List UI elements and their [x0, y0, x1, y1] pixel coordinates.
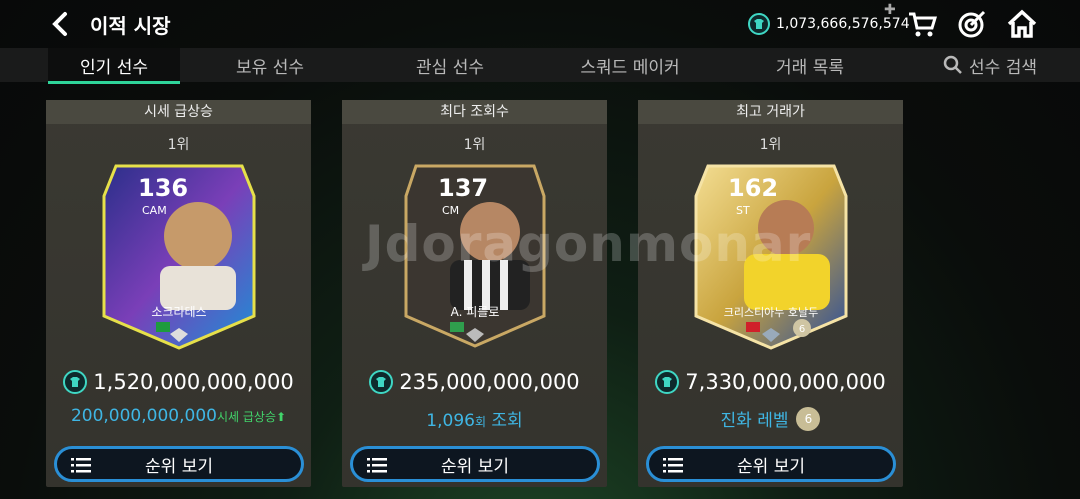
evolution-level-value: 6: [799, 324, 805, 335]
tab-label: 선수 검색: [969, 57, 1037, 78]
tab-watchlist[interactable]: 관심 선수: [384, 48, 516, 82]
tab-label: 인기 선수: [80, 57, 148, 78]
player-card[interactable]: 162 ST 크리스티아누 호날두 6: [690, 156, 852, 352]
evolution-level-label: 진화 레벨: [720, 411, 789, 431]
view-count-unit: 회: [474, 415, 487, 429]
player-price: 235,000,000,000: [399, 370, 580, 394]
player-ovr: 162: [728, 174, 778, 202]
home-icon[interactable]: [1006, 8, 1038, 40]
tab-bar: 인기 선수 보유 선수 관심 선수 스쿼드 메이커 거래 목록 선수 검색: [0, 48, 1080, 84]
list-icon: [367, 458, 387, 473]
view-ranking-button[interactable]: 순위 보기: [54, 446, 304, 482]
player-name: 소크라테스: [151, 305, 206, 319]
trending-panel: 시세 급상승 1위 136 CAM 소크라테스 1,520,000,000,00…: [46, 100, 311, 487]
player-ovr: 136: [138, 174, 188, 202]
bp-coin-icon: [63, 370, 88, 394]
button-label: 순위 보기: [441, 456, 509, 477]
rank-label: 1위: [759, 137, 782, 153]
player-position: ST: [736, 204, 750, 217]
add-coins-plus-icon[interactable]: ✚: [884, 2, 896, 18]
player-card[interactable]: 136 CAM 소크라테스: [98, 156, 260, 352]
evolution-badge-icon: 6: [796, 406, 821, 431]
tab-label: 관심 선수: [416, 57, 484, 78]
back-arrow-icon[interactable]: [48, 10, 72, 38]
highest-price-panel: 최고 거래가 1위 162 ST 크리스티아누 호날두 6 7,330,000,…: [638, 100, 903, 487]
price-row: 7,330,000,000,000: [638, 370, 903, 394]
view-ranking-button[interactable]: 순위 보기: [350, 446, 600, 482]
player-position: CAM: [142, 204, 167, 217]
italy-flag-icon: [450, 322, 464, 332]
panel-heading: 최다 조회수: [342, 100, 607, 124]
most-viewed-panel: 최다 조회수 1위 137 CM A. 피를로 235,000,000,000 …: [342, 100, 607, 487]
view-count-label: 조회: [486, 411, 523, 431]
panel-heading: 최고 거래가: [638, 100, 903, 124]
tab-label: 보유 선수: [236, 57, 304, 78]
player-ovr: 137: [438, 174, 488, 202]
tab-player-search[interactable]: 선수 검색: [930, 48, 1050, 82]
player-position: CM: [442, 204, 459, 217]
price-change-value: 200,000,000,000: [70, 406, 217, 426]
bp-coin-icon: [748, 13, 770, 35]
price-row: 1,520,000,000,000: [46, 370, 311, 394]
up-arrow-icon: ⬆: [275, 410, 287, 424]
rank-label: 1위: [167, 137, 190, 153]
coin-amount: 1,073,666,576,574: [776, 16, 910, 32]
view-count-value: 1,096: [426, 411, 475, 431]
top-bar: 이적 시장 1,073,666,576,574 ✚: [0, 0, 1080, 50]
bp-coin-icon: [369, 370, 394, 394]
tab-label: 스쿼드 메이커: [580, 57, 680, 78]
list-icon: [71, 458, 91, 473]
price-row: 235,000,000,000: [342, 370, 607, 394]
tab-label: 거래 목록: [776, 57, 844, 78]
evolution-level: 진화 레벨 6: [638, 406, 903, 431]
price-change: 200,000,000,000시세 급상승⬆: [46, 406, 311, 426]
button-label: 순위 보기: [737, 456, 805, 477]
cart-icon[interactable]: [906, 8, 938, 40]
button-label: 순위 보기: [145, 456, 213, 477]
target-icon[interactable]: [956, 8, 988, 40]
tab-popular-players[interactable]: 인기 선수: [48, 48, 180, 84]
tab-owned-players[interactable]: 보유 선수: [204, 48, 336, 82]
player-price: 1,520,000,000,000: [93, 370, 294, 394]
tab-trade-list[interactable]: 거래 목록: [744, 48, 876, 82]
player-name: A. 피를로: [451, 305, 500, 319]
brazil-flag-icon: [156, 322, 170, 332]
rank-label: 1위: [463, 137, 486, 153]
player-name: 크리스티아누 호날두: [724, 306, 819, 319]
page-title: 이적 시장: [90, 14, 171, 38]
panel-heading: 시세 급상승: [46, 100, 311, 124]
tab-squad-maker[interactable]: 스쿼드 메이커: [560, 48, 700, 82]
active-tab-underline: [48, 81, 180, 84]
player-price: 7,330,000,000,000: [685, 370, 886, 394]
player-card[interactable]: 137 CM A. 피를로: [394, 156, 556, 352]
view-ranking-button[interactable]: 순위 보기: [646, 446, 896, 482]
bp-coin-icon: [655, 370, 680, 394]
list-icon: [663, 458, 683, 473]
portugal-flag-icon: [746, 322, 760, 332]
view-count: 1,096회 조회: [342, 406, 607, 431]
search-icon: [943, 55, 962, 74]
trend-tag: 시세 급상승: [216, 410, 276, 424]
